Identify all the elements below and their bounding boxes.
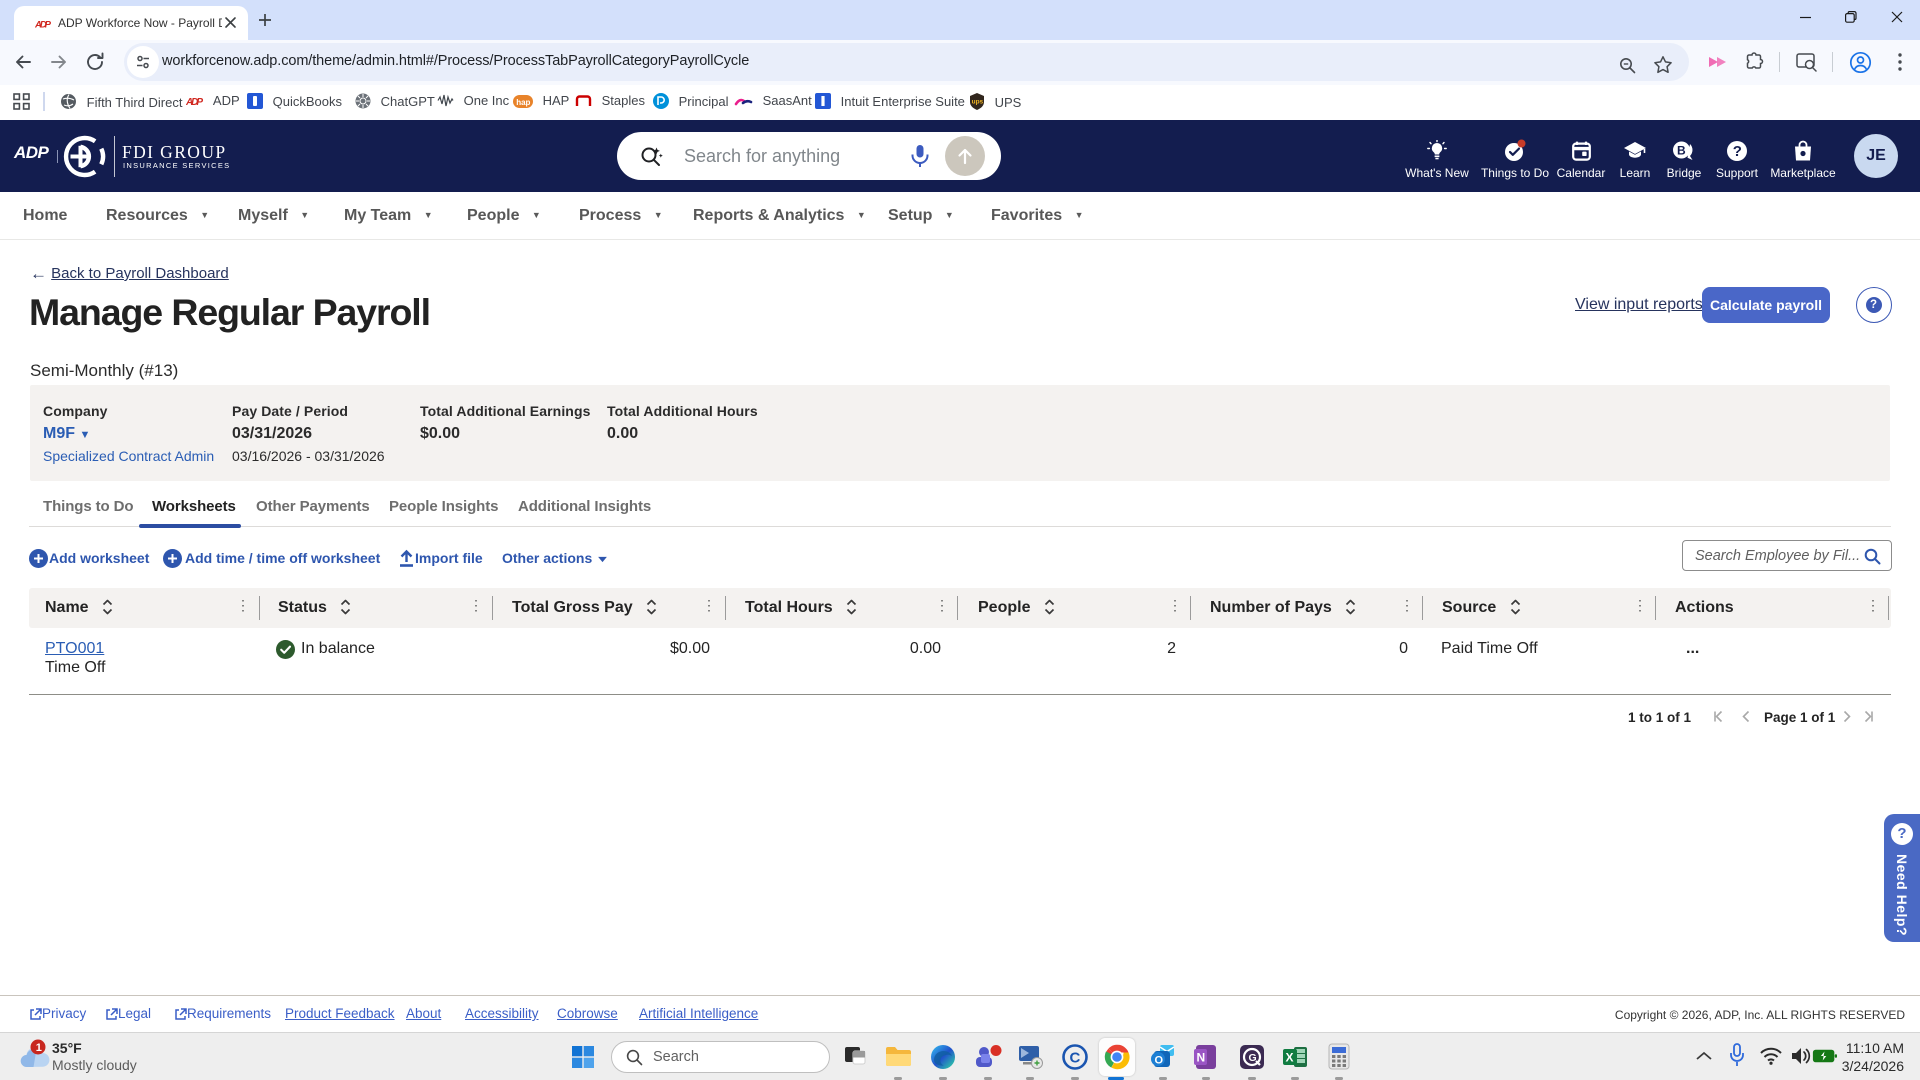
svg-text:ADP: ADP: [35, 20, 52, 31]
svg-text:?: ?: [1733, 143, 1742, 160]
svg-text:1: 1: [36, 1042, 42, 1054]
svg-text:N: N: [1197, 1051, 1206, 1065]
svg-text:C: C: [1070, 1050, 1081, 1067]
svg-text:hap: hap: [516, 98, 530, 107]
svg-text:G: G: [1249, 1052, 1257, 1064]
svg-text:B: B: [1677, 143, 1686, 157]
svg-text:ups: ups: [972, 99, 984, 106]
svg-text:X: X: [1286, 1051, 1294, 1065]
svg-text:ADP: ADP: [186, 97, 203, 108]
svg-text:O: O: [1155, 1055, 1164, 1067]
